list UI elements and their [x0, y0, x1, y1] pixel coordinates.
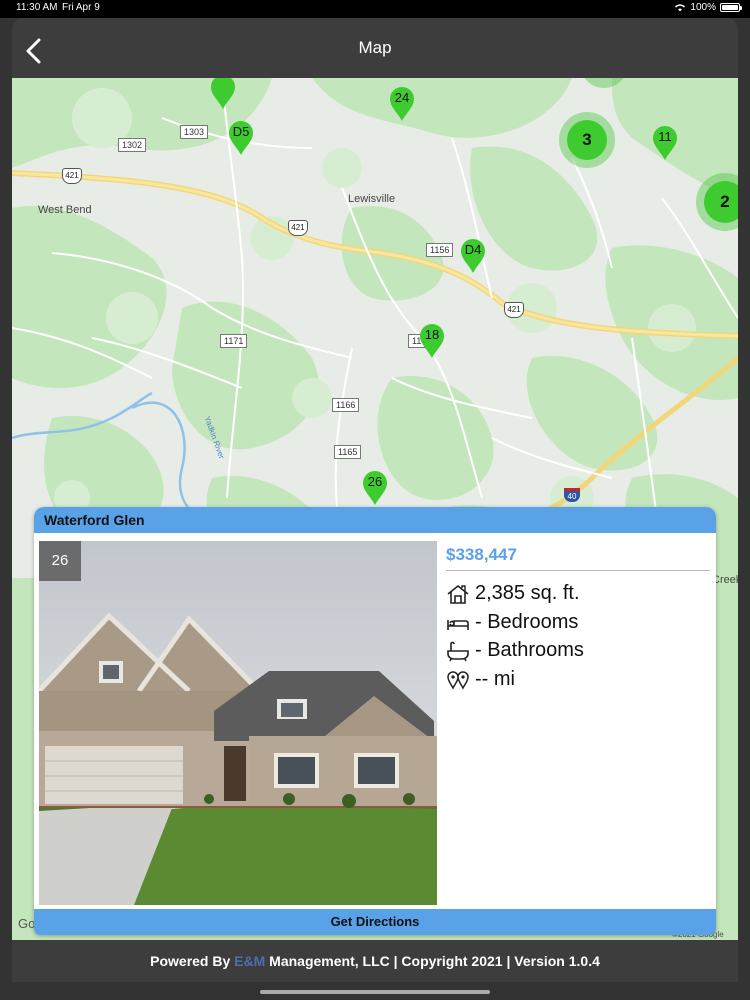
footer-prefix: Powered By: [150, 953, 235, 969]
us-route-shield: 421: [504, 302, 524, 318]
get-directions-button[interactable]: Get Directions: [34, 909, 716, 935]
map-marker-d4[interactable]: D4: [458, 236, 488, 274]
marker-label: D5: [232, 124, 250, 139]
place-label: Lewisville: [348, 193, 396, 205]
road-shield: 1303: [180, 125, 209, 139]
house-image: [39, 541, 437, 905]
divider: [446, 570, 710, 571]
google-logo: Go: [18, 916, 36, 931]
road-shield: 1165: [334, 445, 362, 459]
community-name: Waterford Glen: [44, 512, 145, 528]
distance-value: -- mi: [475, 668, 515, 690]
page-title: Map: [358, 38, 392, 57]
footer-brand: E&M: [234, 953, 266, 969]
bed-icon: [447, 619, 469, 630]
marker-label: D4: [464, 242, 482, 257]
interstate-shield: 40: [564, 488, 580, 502]
cluster-count: 3: [567, 120, 607, 160]
bedrooms-row: - Bedrooms: [446, 611, 578, 634]
us-route-shield: 421: [288, 220, 308, 236]
map-marker-24[interactable]: 24: [387, 84, 417, 122]
card-header: Waterford Glen: [34, 507, 716, 533]
marker-label: 26: [367, 474, 383, 489]
road-shield: 1166: [332, 398, 360, 412]
us-route-shield: 421: [62, 168, 82, 184]
footer-suffix: Management, LLC | Copyright 2021 | Versi…: [265, 953, 600, 969]
map-marker-11[interactable]: 11: [650, 123, 680, 161]
map-marker-18[interactable]: 18: [417, 321, 447, 359]
house-icon: [447, 584, 469, 604]
footer-bar: Powered By E&M Management, LLC | Copyrig…: [12, 940, 738, 982]
map-marker-d5[interactable]: D5: [226, 118, 256, 156]
road-shield: 1171: [220, 334, 248, 348]
distance-row: -- mi: [446, 668, 515, 691]
road-shield: 1156: [426, 243, 454, 257]
sqft-row: 2,385 sq. ft.: [446, 582, 580, 605]
home-indicator[interactable]: [260, 990, 490, 994]
map-pins-icon: [447, 670, 469, 690]
listing-price: $338,447: [446, 545, 517, 564]
marker-label: 11: [658, 129, 672, 144]
app-window: Map West Bend Lewisville Yadkin River Cr…: [12, 18, 738, 982]
marker-label: 24: [394, 90, 410, 105]
home-photo[interactable]: 26: [39, 541, 437, 905]
battery-percent: 100%: [690, 2, 716, 13]
sqft-value: 2,385 sq. ft.: [475, 582, 580, 604]
bathtub-icon: [447, 641, 469, 661]
status-bar: 11:30 AM Fri Apr 9 100%: [0, 0, 750, 18]
map-cluster-3[interactable]: 3: [559, 112, 615, 168]
map-marker-26[interactable]: 26: [360, 468, 390, 506]
status-time: 11:30 AM: [16, 2, 58, 13]
marker-label: 18: [424, 327, 440, 342]
status-date: Fri Apr 9: [62, 2, 100, 13]
bedrooms-value: - Bedrooms: [475, 611, 579, 633]
wifi-icon: [675, 4, 686, 12]
navigation-bar: Map: [12, 18, 738, 78]
road-shield: 1302: [118, 138, 147, 152]
lot-number-badge: 26: [39, 541, 81, 581]
status-right: 100%: [674, 2, 742, 13]
place-label: West Bend: [38, 204, 92, 216]
listing-card[interactable]: Waterford Glen 26 $338,447 2,385 sq. ft.…: [34, 507, 716, 935]
map-pin-icon: [211, 78, 235, 109]
map-marker[interactable]: [208, 78, 238, 110]
battery-icon: [720, 3, 742, 12]
bathrooms-row: - Bathrooms: [446, 639, 584, 662]
cluster-count: 2: [704, 181, 738, 223]
bathrooms-value: - Bathrooms: [475, 639, 584, 661]
device-screen: 11:30 AM Fri Apr 9 100% Map West Bend Le…: [0, 0, 750, 1000]
